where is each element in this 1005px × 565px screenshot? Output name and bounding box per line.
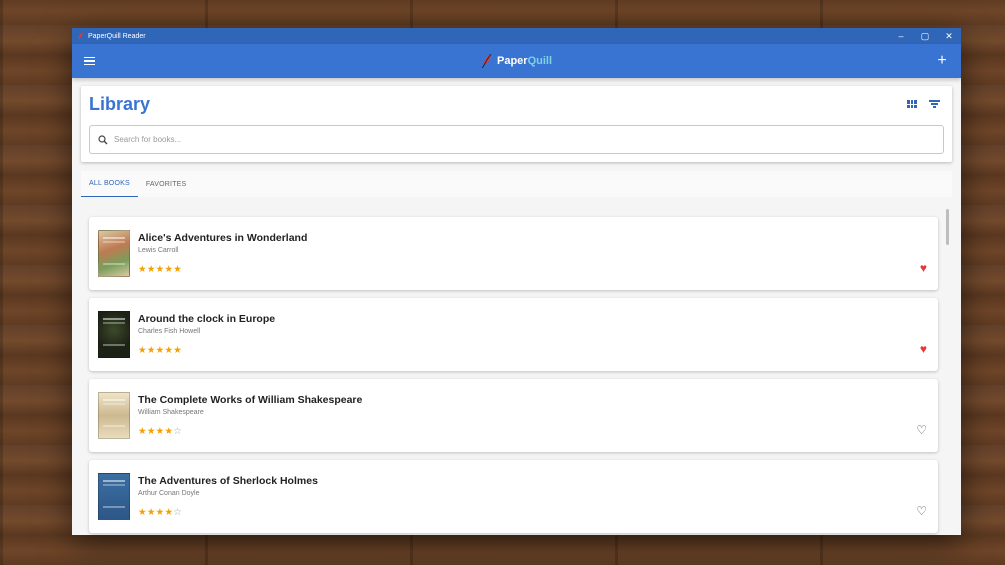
scrollbar-thumb[interactable]: [946, 209, 949, 245]
star-rating: ★★★★★: [138, 264, 182, 275]
brand-logo: Paper Quill: [481, 54, 552, 68]
grid-view-icon[interactable]: [907, 100, 917, 108]
book-title: Around the clock in Europe: [138, 313, 276, 325]
heart-icon[interactable]: ♥: [920, 343, 927, 355]
book-cover: [98, 311, 130, 358]
heart-icon[interactable]: ♥: [920, 262, 927, 274]
book-card[interactable]: The Adventures of Sherlock Holmes Arthur…: [89, 460, 938, 533]
brand-name-first: Paper: [496, 55, 528, 67]
star-icons-empty: ☆: [173, 507, 183, 518]
window-title: PaperQuill Reader: [88, 32, 146, 40]
book-author: Arthur Conan Doyle: [138, 490, 200, 497]
book-cover: [98, 392, 130, 439]
star-rating: ★★★★☆: [138, 507, 182, 518]
filter-icon[interactable]: [929, 100, 940, 108]
tab-all-books[interactable]: ALL BOOKS: [81, 171, 138, 197]
maximize-button[interactable]: ▢: [913, 28, 937, 44]
star-icons-empty: ☆: [173, 426, 183, 437]
book-author: William Shakespeare: [138, 409, 204, 416]
menu-icon[interactable]: [84, 54, 98, 68]
book-card[interactable]: Alice's Adventures in Wonderland Lewis C…: [89, 217, 938, 290]
library-header: Library: [81, 86, 952, 162]
book-title: The Adventures of Sherlock Holmes: [138, 475, 318, 487]
app-window: PaperQuill Reader – ▢ ✕ Paper Quill + Lib…: [72, 28, 961, 535]
book-list[interactable]: Alice's Adventures in Wonderland Lewis C…: [81, 205, 952, 535]
tab-bar: ALL BOOKS FAVORITES: [81, 171, 952, 197]
app-logo-icon: [78, 32, 83, 40]
heart-outline-icon[interactable]: ♡: [916, 424, 927, 436]
app-bar: Paper Quill +: [72, 44, 961, 78]
heart-outline-icon[interactable]: ♡: [916, 505, 927, 517]
add-icon[interactable]: +: [935, 53, 949, 69]
book-cover: [98, 230, 130, 277]
search-input[interactable]: [114, 135, 914, 144]
search-icon: [98, 134, 108, 144]
book-cover: [98, 473, 130, 520]
minimize-button[interactable]: –: [889, 28, 913, 44]
star-rating: ★★★★☆: [138, 426, 182, 437]
search-field[interactable]: [89, 125, 944, 154]
star-icons-filled: ★★★★: [138, 507, 174, 518]
star-rating: ★★★★★: [138, 345, 182, 356]
book-title: Alice's Adventures in Wonderland: [138, 232, 308, 244]
book-title: The Complete Works of William Shakespear…: [138, 394, 363, 406]
book-author: Lewis Carroll: [138, 247, 179, 254]
tab-favorites[interactable]: FAVORITES: [138, 171, 195, 197]
page-title: Library: [89, 94, 151, 114]
brand-name-second: Quill: [527, 55, 553, 67]
close-window-button[interactable]: ✕: [937, 28, 961, 44]
book-card[interactable]: Around the clock in Europe Charles Fish …: [89, 298, 938, 371]
window-titlebar: PaperQuill Reader – ▢ ✕: [72, 28, 961, 44]
star-icons-filled: ★★★★★: [138, 345, 183, 356]
quill-icon: [481, 54, 492, 68]
book-card[interactable]: The Complete Works of William Shakespear…: [89, 379, 938, 452]
star-icons-filled: ★★★★★: [138, 264, 183, 275]
book-author: Charles Fish Howell: [138, 328, 201, 335]
star-icons-filled: ★★★★: [138, 426, 174, 437]
